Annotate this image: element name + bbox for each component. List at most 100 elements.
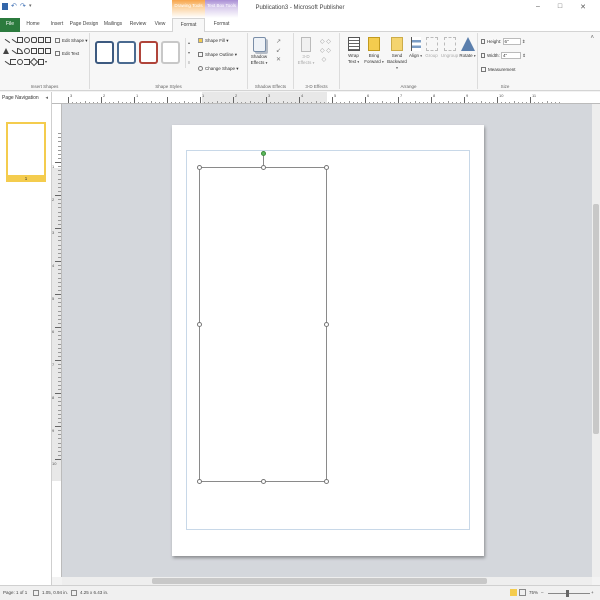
shape-style-swatch[interactable] — [117, 41, 136, 64]
resize-handle-right[interactable] — [324, 322, 329, 327]
rectangle-shape-icon[interactable] — [17, 37, 23, 43]
smiley-shape-icon[interactable] — [17, 59, 23, 65]
tab-review[interactable]: Review — [127, 18, 149, 32]
vertical-scroll-thumb[interactable] — [593, 204, 599, 434]
tab-drawing-format[interactable]: Format — [172, 18, 205, 33]
selected-text-box[interactable] — [199, 167, 327, 482]
tab-view[interactable]: View — [150, 18, 170, 32]
shape-outline-button[interactable]: Shape Outline ▾ — [198, 52, 237, 58]
textbox-shape-icon[interactable] — [45, 37, 51, 43]
shape-style-swatch[interactable] — [161, 41, 180, 64]
tab-page-design[interactable]: Page Design — [69, 18, 99, 32]
page-thumbnail[interactable]: 1 — [6, 122, 46, 182]
close-icon[interactable]: ✕ — [580, 3, 586, 11]
ribbon-tabs: File Home Insert Page Design Mailings Re… — [0, 18, 600, 33]
ruler-tick — [55, 162, 61, 163]
ungroup-button[interactable]: Ungroup — [440, 37, 459, 59]
shape-gallery[interactable]: ▾ — [1, 37, 51, 70]
group-button[interactable]: Group — [423, 37, 440, 59]
align-button[interactable]: Align ▾ — [408, 37, 423, 59]
vertical-scrollbar[interactable] — [592, 104, 600, 577]
zoom-level[interactable]: 75% — [529, 590, 538, 595]
ruler-label: 9 — [52, 428, 55, 433]
ruler-label: 7 — [52, 362, 55, 367]
shadow-effects-button[interactable]: Shadow Effects ▾ — [250, 37, 268, 66]
bring-forward-button[interactable]: Bring Forward ▾ — [363, 37, 385, 65]
height-field[interactable]: Height: 6" ⇕ — [481, 38, 526, 45]
vertical-ruler[interactable]: 1 2 3 4 5 6 7 8 9 10 — [52, 104, 62, 577]
more-shapes-icon[interactable]: ▾ — [45, 59, 51, 65]
edit-shape-button[interactable]: Edit Shape ▾ — [55, 38, 88, 44]
resize-handle-bottom-left[interactable] — [197, 479, 202, 484]
tilt-icons[interactable]: ◇ ◇ ◇ ◇ ◇ — [320, 38, 331, 65]
octagon-shape-icon[interactable] — [45, 48, 51, 54]
shape-fill-button[interactable]: Shape Fill ▾ — [198, 38, 229, 44]
restore-icon[interactable]: □ — [558, 3, 562, 11]
shape-style-swatch[interactable] — [95, 41, 114, 64]
single-page-view-icon[interactable] — [510, 589, 517, 596]
rotation-handle[interactable] — [261, 151, 266, 156]
connector-shape-icon[interactable] — [8, 49, 18, 59]
style-gallery-scroll[interactable]: ▴ ▾ ≡ — [185, 38, 192, 68]
rectangle-shape-icon[interactable] — [38, 37, 44, 43]
page-count[interactable]: Page: 1 of 1 — [3, 590, 27, 595]
resize-handle-top-right[interactable] — [324, 165, 329, 170]
3d-effects-button[interactable]: 3-D Effects ▾ — [297, 37, 315, 66]
rotate-icon — [460, 37, 475, 51]
measurement-button[interactable]: Measurement — [481, 67, 516, 72]
ruler-tick — [55, 327, 61, 328]
tab-insert[interactable]: Insert — [46, 18, 68, 32]
ruler-label: 1 — [202, 93, 205, 98]
edit-text-button[interactable]: Edit Text — [55, 51, 79, 56]
callout-shape-icon[interactable] — [38, 59, 44, 65]
change-shape-button[interactable]: Change Shape ▾ — [198, 66, 239, 72]
curve-shape-icon[interactable] — [17, 48, 23, 54]
zoom-in-icon[interactable]: + — [591, 590, 594, 595]
pentagon-shape-icon[interactable] — [31, 48, 37, 54]
resize-handle-left[interactable] — [197, 322, 202, 327]
two-page-spread-icon[interactable] — [519, 589, 526, 596]
tab-home[interactable]: Home — [22, 18, 44, 32]
ruler-tick — [530, 97, 531, 103]
horizontal-scrollbar[interactable] — [62, 577, 592, 585]
resize-handle-top-left[interactable] — [197, 165, 202, 170]
double-arrow-shape-icon[interactable] — [1, 60, 11, 70]
resize-handle-top[interactable] — [261, 165, 266, 170]
horizontal-ruler[interactable]: 3 2 1 1 2 3 4 5 6 7 8 9 10 11 — [52, 92, 600, 104]
zoom-slider-thumb[interactable] — [566, 590, 569, 597]
ribbon-collapse-icon[interactable]: ˄ — [590, 35, 594, 41]
circle-shape-icon[interactable] — [24, 48, 30, 54]
object-size: 4.25 x 6.43 in. — [80, 590, 109, 595]
zoom-out-icon[interactable]: – — [541, 590, 544, 595]
ruler-label: 1 — [52, 164, 55, 169]
wrap-text-button[interactable]: Wrap Text ▾ — [345, 37, 362, 65]
tab-textbox-format[interactable]: Format — [205, 18, 238, 32]
resize-handle-bottom-right[interactable] — [324, 479, 329, 484]
arrow-shape-icon[interactable] — [8, 38, 18, 48]
minimize-icon[interactable]: – — [536, 3, 540, 11]
group-label: Insert Shapes — [30, 84, 59, 89]
zoom-slider[interactable] — [548, 593, 590, 594]
shape-style-swatch[interactable] — [139, 41, 158, 64]
tab-mailings[interactable]: Mailings — [101, 18, 125, 32]
ruler-label: 8 — [433, 93, 436, 98]
tab-file[interactable]: File — [0, 18, 20, 32]
oval-shape-icon[interactable] — [24, 37, 30, 43]
triangle-shape-icon[interactable] — [3, 48, 9, 54]
rounded-rect-shape-icon[interactable] — [31, 37, 37, 43]
ungroup-icon — [443, 37, 456, 51]
ruler-tick — [55, 261, 61, 262]
collapse-pane-icon[interactable]: ◂ — [45, 95, 48, 101]
ruler-label: 5 — [52, 296, 55, 301]
width-field[interactable]: Width: 4" ⇕ — [481, 52, 526, 59]
nudge-shadow-icons[interactable]: ↗ ↙ ✕ — [276, 38, 281, 65]
rotate-button[interactable]: Rotate ▾ — [459, 37, 476, 59]
brace-shape-icon[interactable] — [10, 59, 16, 65]
horizontal-scroll-thumb[interactable] — [152, 578, 487, 584]
star-shape-icon[interactable] — [29, 57, 39, 67]
hexagon-shape-icon[interactable] — [38, 48, 44, 54]
ribbon: ▾ Edit Shape ▾ Edit Text Insert Shapes ▴… — [0, 32, 600, 91]
pencil-icon — [198, 52, 203, 57]
send-backward-button[interactable]: Send Backward ▾ — [386, 37, 408, 71]
resize-handle-bottom[interactable] — [261, 479, 266, 484]
